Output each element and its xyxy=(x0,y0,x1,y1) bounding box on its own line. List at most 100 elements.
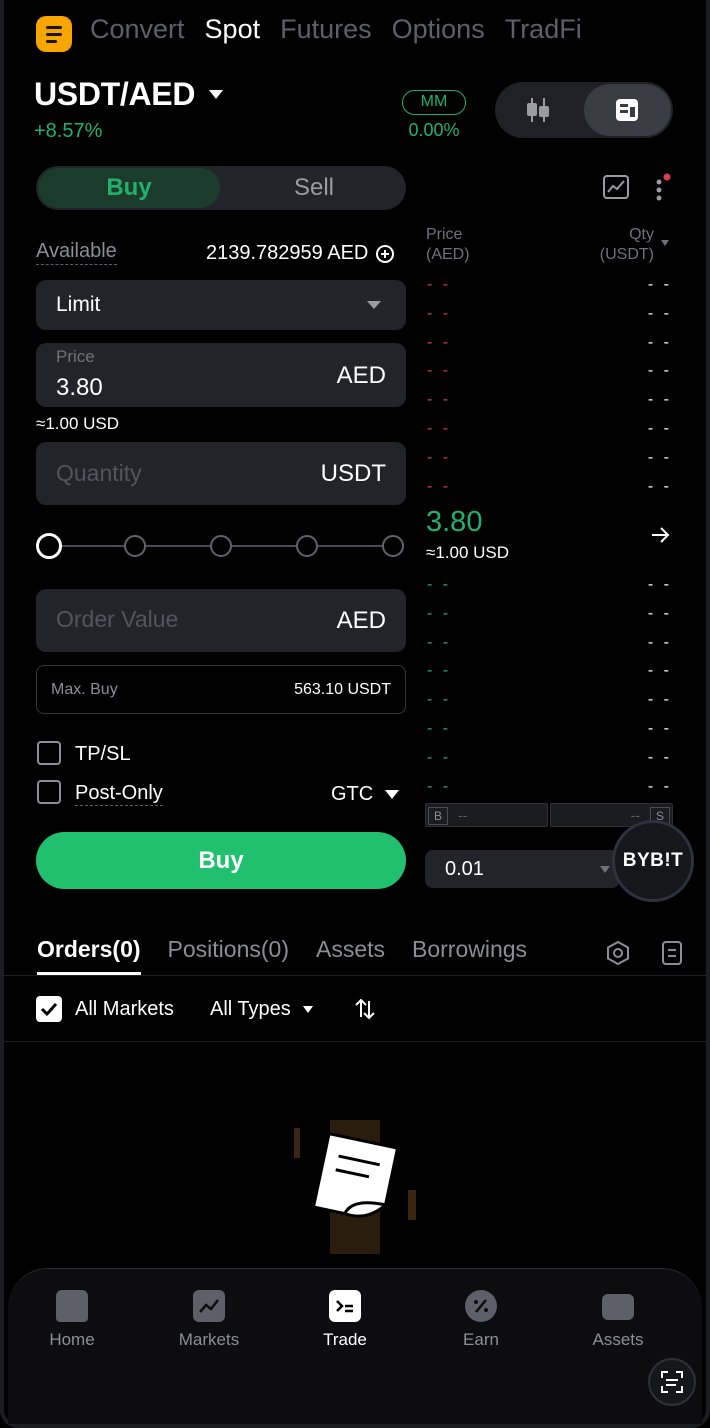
tab-orders[interactable]: Orders(0) xyxy=(37,936,141,975)
slider-handle[interactable] xyxy=(36,533,62,559)
price-approx: ≈1.00 USD xyxy=(36,414,120,433)
bid-row[interactable]: - -- - xyxy=(427,634,672,654)
post-only-label: Post-Only xyxy=(75,782,163,806)
quantity-unit: USDT xyxy=(320,460,386,487)
scan-button[interactable] xyxy=(648,1358,696,1406)
caret-down-icon xyxy=(209,90,224,99)
tab-options[interactable]: Options xyxy=(392,14,485,45)
nav-assets[interactable]: Assets xyxy=(568,1290,668,1350)
arrow-right-icon[interactable] xyxy=(650,525,672,545)
nav-earn[interactable]: Earn xyxy=(431,1290,531,1350)
buy-tab[interactable]: Buy xyxy=(38,168,220,208)
ask-row[interactable]: - -- - xyxy=(427,276,672,296)
max-buy-value: 563.10 USDT xyxy=(294,681,391,698)
view-toggle[interactable] xyxy=(495,82,673,138)
orderbook-view-button[interactable] xyxy=(584,84,671,136)
pair-name: USDT/AED xyxy=(34,76,196,112)
bid-qty: - - xyxy=(647,691,672,708)
tab-positions[interactable]: Positions(0) xyxy=(168,936,289,963)
pair-selector[interactable]: USDT/AED xyxy=(34,76,224,113)
settings-hex-icon[interactable] xyxy=(605,940,631,966)
nav-markets[interactable]: Markets xyxy=(159,1290,259,1350)
order-value-placeholder: Order Value xyxy=(56,606,179,632)
bid-row[interactable]: - -- - xyxy=(427,749,672,769)
ask-price: - - xyxy=(427,362,452,379)
earn-icon xyxy=(465,1290,497,1322)
type-filter[interactable]: All Types xyxy=(210,998,313,1021)
tpsl-label: TP/SL xyxy=(75,743,131,765)
divider xyxy=(4,1041,706,1042)
nav-trade[interactable]: Trade xyxy=(295,1290,395,1350)
sort-icon[interactable] xyxy=(354,997,376,1021)
price-input[interactable]: Price 3.80 AED xyxy=(36,343,406,407)
ask-row[interactable]: - -- - xyxy=(427,478,672,498)
bid-row[interactable]: - -- - xyxy=(427,576,672,596)
divider xyxy=(4,975,706,976)
order-type-select[interactable]: Limit xyxy=(36,280,406,330)
tab-tradfi[interactable]: TradFi xyxy=(505,14,582,45)
ask-row[interactable]: - -- - xyxy=(427,362,672,382)
last-price: 3.80 xyxy=(426,506,483,538)
tab-borrowings[interactable]: Borrowings xyxy=(412,936,527,963)
bid-row[interactable]: - -- - xyxy=(427,720,672,740)
mm-value: 0.00% xyxy=(408,120,460,140)
max-buy-box: Max. Buy 563.10 USDT xyxy=(36,665,406,714)
ask-row[interactable]: - -- - xyxy=(427,449,672,469)
qty-sort-icon[interactable] xyxy=(661,240,669,246)
slider-step-25[interactable] xyxy=(124,535,146,557)
top-tabs: Convert Spot Futures Options TradFi xyxy=(90,14,582,45)
ob-qty-unit: (USDT) xyxy=(599,246,654,263)
buy-button[interactable]: Buy xyxy=(36,832,406,889)
ratio-buy: B -- xyxy=(425,803,548,827)
ask-qty: - - xyxy=(647,420,672,437)
chart-icon[interactable] xyxy=(602,174,630,200)
bid-row[interactable]: - -- - xyxy=(427,662,672,682)
max-buy-label: Max. Buy xyxy=(51,681,118,698)
tpsl-checkbox[interactable] xyxy=(37,741,61,765)
price-label: Price xyxy=(56,347,95,366)
tab-assets[interactable]: Assets xyxy=(316,936,385,963)
bid-qty: - - xyxy=(647,749,672,766)
type-filter-dropdown-icon xyxy=(302,1006,313,1013)
candlestick-icon[interactable] xyxy=(525,96,551,124)
quantity-input[interactable]: Quantity USDT xyxy=(36,442,406,505)
nav-home[interactable]: Home xyxy=(22,1290,122,1350)
ask-price: - - xyxy=(427,334,452,351)
tab-spot[interactable]: Spot xyxy=(205,14,261,45)
buy-sell-toggle: Buy Sell xyxy=(36,166,406,210)
order-history-icon[interactable] xyxy=(661,940,683,966)
bid-row[interactable]: - -- - xyxy=(427,778,672,798)
nav-earn-label: Earn xyxy=(463,1330,499,1349)
ask-row[interactable]: - -- - xyxy=(427,391,672,411)
bid-price: - - xyxy=(427,720,452,737)
more-options-icon[interactable] xyxy=(652,172,672,202)
bid-price: - - xyxy=(427,691,452,708)
sell-tab[interactable]: Sell xyxy=(222,168,406,208)
ob-price-unit: (AED) xyxy=(426,246,470,263)
precision-select[interactable]: 0.01 xyxy=(425,850,620,888)
precision-value: 0.01 xyxy=(445,858,484,880)
tab-futures[interactable]: Futures xyxy=(280,14,372,45)
order-value-input[interactable]: Order Value AED xyxy=(36,589,406,652)
deposit-plus-icon[interactable] xyxy=(376,244,395,263)
ask-row[interactable]: - -- - xyxy=(427,420,672,440)
bid-row[interactable]: - -- - xyxy=(427,691,672,711)
ask-row[interactable]: - -- - xyxy=(427,305,672,325)
slider-step-75[interactable] xyxy=(296,535,318,557)
ask-price: - - xyxy=(427,391,452,408)
tab-convert[interactable]: Convert xyxy=(90,14,185,45)
slider-step-100[interactable] xyxy=(382,535,404,557)
nav-trade-label: Trade xyxy=(323,1330,367,1349)
mm-badge[interactable]: MM xyxy=(402,90,466,115)
available-label: Available xyxy=(36,240,117,265)
slider-step-50[interactable] xyxy=(210,535,232,557)
all-markets-checkbox[interactable] xyxy=(36,996,62,1022)
post-only-checkbox[interactable] xyxy=(37,780,61,804)
menu-icon[interactable] xyxy=(36,16,72,52)
bybit-floating-button[interactable]: BYB!T xyxy=(612,820,694,902)
bid-row[interactable]: - -- - xyxy=(427,605,672,625)
type-filter-value: All Types xyxy=(210,998,291,1020)
tif-select[interactable]: GTC xyxy=(331,783,400,806)
ask-row[interactable]: - -- - xyxy=(427,334,672,354)
ask-price: - - xyxy=(427,420,452,437)
